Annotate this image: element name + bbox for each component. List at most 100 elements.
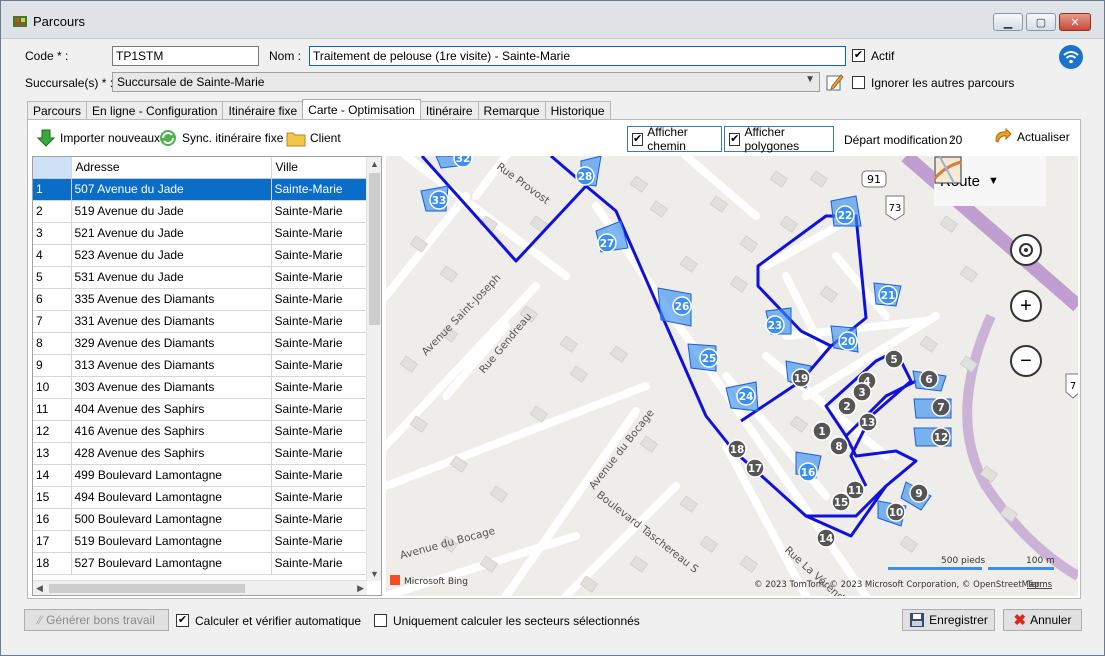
row-adresse-cell[interactable]: 500 Boulevard Lamontagne — [71, 508, 272, 531]
table-row[interactable]: 2 519 Avenue du Jade Sainte-Marie — [33, 200, 367, 223]
dark-stop-marker[interactable]: 3 — [852, 382, 872, 402]
dark-stop-marker[interactable]: 15 — [831, 492, 851, 512]
row-index-cell[interactable]: 3 — [33, 222, 72, 245]
scroll-down-icon[interactable]: ▼ — [370, 569, 379, 579]
row-adresse-cell[interactable]: 313 Avenue des Diamants — [71, 354, 272, 377]
sync-itineraire-button[interactable]: Sync. itinéraire fixe — [158, 128, 283, 148]
annuler-button[interactable]: ✖ Annuler — [1003, 609, 1082, 631]
row-adresse-cell[interactable]: 404 Avenue des Saphirs — [71, 398, 272, 421]
tab-itineraire-fixe[interactable]: Itinéraire fixe — [222, 101, 304, 120]
row-adresse-cell[interactable]: 329 Avenue des Diamants — [71, 332, 272, 355]
row-ville-cell[interactable]: Sainte-Marie — [271, 508, 367, 531]
grid-header-adresse[interactable]: Adresse — [71, 157, 272, 179]
tab-en-ligne-configuration[interactable]: En ligne - Configuration — [86, 101, 224, 120]
blue-stop-marker[interactable]: 22 — [835, 205, 855, 225]
actif-checkbox[interactable] — [852, 49, 865, 62]
table-row[interactable]: 11 404 Avenue des Saphirs Sainte-Marie — [33, 398, 367, 421]
dark-stop-marker[interactable]: 5 — [884, 349, 904, 369]
row-adresse-cell[interactable]: 519 Boulevard Lamontagne — [71, 530, 272, 553]
table-row[interactable]: 6 335 Avenue des Diamants Sainte-Marie — [33, 288, 367, 311]
afficher-chemin-checkbox[interactable] — [632, 132, 644, 146]
horizontal-scroll-thumb[interactable] — [49, 584, 245, 593]
minimize-button[interactable]: ▁ — [993, 13, 1023, 31]
row-adresse-cell[interactable]: 527 Boulevard Lamontagne — [71, 552, 272, 575]
row-ville-cell[interactable]: Sainte-Marie — [271, 288, 367, 311]
row-adresse-cell[interactable]: 521 Avenue du Jade — [71, 222, 272, 245]
dark-stop-marker[interactable]: 19 — [791, 368, 811, 388]
row-index-cell[interactable]: 7 — [33, 310, 72, 333]
edit-icon[interactable] — [825, 72, 845, 92]
row-ville-cell[interactable]: Sainte-Marie — [271, 332, 367, 355]
horizontal-scrollbar[interactable]: ◀ ▶ — [33, 580, 367, 595]
dark-stop-marker[interactable]: 6 — [919, 369, 939, 389]
blue-stop-marker[interactable]: 16 — [798, 462, 818, 482]
table-row[interactable]: 7 331 Avenue des Diamants Sainte-Marie — [33, 310, 367, 333]
row-index-cell[interactable]: 16 — [33, 508, 72, 531]
actualiser-button[interactable]: Actualiser — [993, 127, 1070, 147]
row-index-cell[interactable]: 5 — [33, 266, 72, 289]
row-adresse-cell[interactable]: 523 Avenue du Jade — [71, 244, 272, 267]
close-button[interactable]: ✕ — [1059, 13, 1091, 31]
row-ville-cell[interactable]: Sainte-Marie — [271, 222, 367, 245]
table-row[interactable]: 3 521 Avenue du Jade Sainte-Marie — [33, 222, 367, 245]
row-index-cell[interactable]: 9 — [33, 354, 72, 377]
row-index-cell[interactable]: 4 — [33, 244, 72, 267]
row-ville-cell[interactable]: Sainte-Marie — [271, 420, 367, 443]
dark-stop-marker[interactable]: 13 — [858, 412, 878, 432]
table-row[interactable]: 8 329 Avenue des Diamants Sainte-Marie — [33, 332, 367, 355]
row-adresse-cell[interactable]: 331 Avenue des Diamants — [71, 310, 272, 333]
row-index-cell[interactable]: 17 — [33, 530, 72, 553]
row-adresse-cell[interactable]: 335 Avenue des Diamants — [71, 288, 272, 311]
row-ville-cell[interactable]: Sainte-Marie — [271, 442, 367, 465]
afficher-chemin-toggle[interactable]: Afficher chemin — [627, 125, 722, 153]
calculer-checkbox[interactable] — [176, 614, 189, 627]
row-adresse-cell[interactable]: 494 Boulevard Lamontagne — [71, 486, 272, 509]
row-index-cell[interactable]: 6 — [33, 288, 72, 311]
code-input[interactable]: TP1STM — [112, 46, 259, 66]
wifi-icon[interactable] — [1058, 44, 1084, 70]
table-row[interactable]: 17 519 Boulevard Lamontagne Sainte-Marie — [33, 530, 367, 553]
blue-stop-marker[interactable]: 21 — [878, 285, 898, 305]
map-style-selector[interactable]: Route ▼ — [934, 156, 1046, 206]
enregistrer-button[interactable]: Enregistrer — [902, 609, 995, 631]
blue-stop-marker[interactable]: 28 — [575, 166, 595, 186]
afficher-polygones-toggle[interactable]: Afficher polygones — [724, 125, 834, 153]
dark-stop-marker[interactable]: 1 — [812, 421, 832, 441]
dark-stop-marker[interactable]: 10 — [886, 502, 906, 522]
blue-stop-marker[interactable]: 24 — [736, 386, 756, 406]
tab-parcours[interactable]: Parcours — [27, 101, 88, 120]
table-row[interactable]: 4 523 Avenue du Jade Sainte-Marie — [33, 244, 367, 267]
nom-input[interactable]: Traitement de pelouse (1re visite) - Sai… — [309, 46, 846, 66]
table-row[interactable]: 1 507 Avenue du Jade Sainte-Marie — [33, 178, 367, 201]
row-index-cell[interactable]: 11 — [33, 398, 72, 421]
blue-stop-marker[interactable]: 20 — [838, 331, 858, 351]
dark-stop-marker[interactable]: 7 — [931, 397, 951, 417]
table-row[interactable]: 15 494 Boulevard Lamontagne Sainte-Marie — [33, 486, 367, 509]
grid-header-index[interactable] — [33, 157, 72, 179]
row-ville-cell[interactable]: Sainte-Marie — [271, 354, 367, 377]
row-index-cell[interactable]: 15 — [33, 486, 72, 509]
succursale-select[interactable]: Succursale de Sainte-Marie ▼ — [112, 72, 820, 92]
row-index-cell[interactable]: 14 — [33, 464, 72, 487]
table-row[interactable]: 14 499 Boulevard Lamontagne Sainte-Marie — [33, 464, 367, 487]
vertical-scrollbar[interactable]: ▲ ▼ — [366, 157, 381, 581]
row-index-cell[interactable]: 10 — [33, 376, 72, 399]
client-button[interactable]: Client — [286, 128, 341, 148]
dark-stop-marker[interactable]: 14 — [816, 528, 836, 548]
row-index-cell[interactable]: 1 — [33, 178, 72, 201]
row-adresse-cell[interactable]: 428 Avenue des Saphirs — [71, 442, 272, 465]
scroll-right-icon[interactable]: ▶ — [357, 583, 364, 594]
importer-nouveaux-button[interactable]: Importer nouveaux — [36, 128, 160, 148]
row-ville-cell[interactable]: Sainte-Marie — [271, 376, 367, 399]
uniquement-checkbox[interactable] — [374, 614, 387, 627]
dark-stop-marker[interactable]: 12 — [931, 427, 951, 447]
vertical-scroll-thumb[interactable] — [369, 173, 380, 325]
tab-historique[interactable]: Historique — [544, 101, 611, 120]
tab-carte-optimisation[interactable]: Carte - Optimisation — [302, 99, 421, 120]
map-canvas[interactable]: 91 73 7 Rue Provost Avenue Saint-Joseph … — [386, 156, 1078, 596]
row-ville-cell[interactable]: Sainte-Marie — [271, 398, 367, 421]
grid-header-ville[interactable]: Ville — [271, 157, 367, 179]
row-ville-cell[interactable]: Sainte-Marie — [271, 178, 367, 201]
table-row[interactable]: 16 500 Boulevard Lamontagne Sainte-Marie — [33, 508, 367, 531]
row-ville-cell[interactable]: Sainte-Marie — [271, 266, 367, 289]
